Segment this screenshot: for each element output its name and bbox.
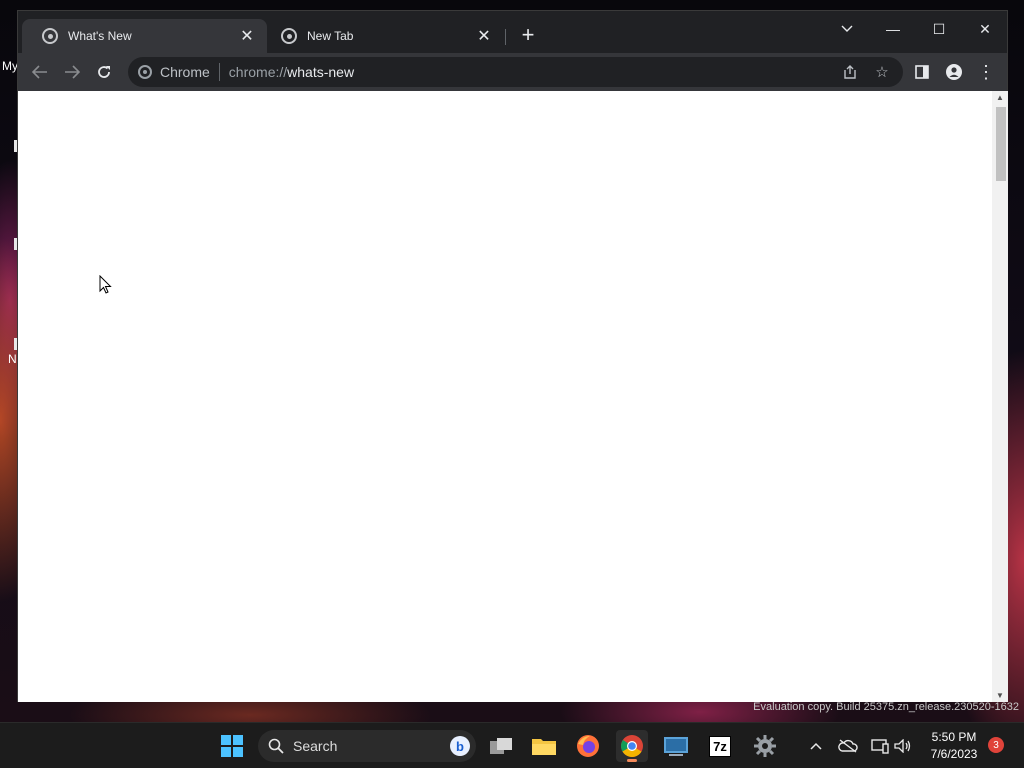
- tab-title: What's New: [68, 29, 132, 43]
- side-panel-button[interactable]: [910, 60, 934, 84]
- tab-strip: What's New ✕ New Tab ✕ + — ☐ ✕: [18, 11, 1007, 53]
- scroll-down-icon[interactable]: ▼: [995, 691, 1005, 700]
- active-indicator: [627, 759, 637, 762]
- task-view-icon: [490, 738, 512, 754]
- share-icon: [844, 65, 856, 79]
- search-icon: [268, 738, 284, 754]
- scroll-up-icon[interactable]: ▲: [995, 93, 1005, 102]
- 7zip-button[interactable]: 7z: [704, 730, 736, 762]
- remote-desktop-icon: [664, 737, 688, 756]
- mouse-cursor-icon: [99, 275, 112, 294]
- scrollbar[interactable]: ▲ ▼: [992, 91, 1008, 702]
- chrome-icon: [621, 735, 643, 757]
- bookmark-button[interactable]: ☆: [870, 60, 894, 84]
- desktop-icon-label-my[interactable]: My: [2, 59, 18, 73]
- evaluation-watermark: Evaluation copy. Build 25375.zn_release.…: [753, 701, 1019, 713]
- menu-button[interactable]: ⋮: [974, 60, 998, 84]
- maximize-button[interactable]: ☐: [919, 15, 959, 43]
- url-scheme: chrome://: [228, 64, 288, 80]
- firefox-icon: [577, 735, 599, 757]
- tab-close-icon[interactable]: ✕: [476, 26, 492, 46]
- profile-button[interactable]: [942, 60, 966, 84]
- chevron-down-icon: [841, 25, 853, 32]
- reload-button[interactable]: [92, 60, 116, 84]
- clock[interactable]: 5:50 PM 7/6/2023: [922, 729, 986, 763]
- task-view-button[interactable]: [485, 730, 517, 762]
- gear-icon: [754, 735, 776, 757]
- tab-title: New Tab: [307, 29, 354, 43]
- minimize-button[interactable]: —: [873, 15, 913, 43]
- desktop-icon-label-n[interactable]: N: [8, 352, 17, 366]
- omnibox-divider: [218, 63, 220, 81]
- close-window-button[interactable]: ✕: [965, 15, 1005, 43]
- taskbar-search[interactable]: Search b: [258, 730, 476, 762]
- kebab-menu-icon: ⋮: [977, 62, 995, 82]
- share-button[interactable]: [838, 60, 862, 84]
- start-button[interactable]: [216, 730, 248, 762]
- back-button[interactable]: [28, 60, 52, 84]
- url-path: whats-new: [287, 64, 355, 80]
- scrollbar-thumb[interactable]: [996, 107, 1006, 181]
- windows-logo-icon: [221, 735, 243, 757]
- forward-arrow-icon: [65, 65, 80, 79]
- chevron-up-icon: [810, 742, 822, 750]
- show-hidden-icons-button[interactable]: [806, 736, 826, 756]
- speaker-icon: [894, 739, 911, 753]
- folder-icon: [532, 739, 556, 755]
- cloud-offline-icon: [838, 739, 858, 753]
- firefox-button[interactable]: [572, 730, 604, 762]
- chrome-logo-icon: [138, 65, 152, 79]
- network-icon: [871, 739, 889, 754]
- remote-desktop-button[interactable]: [660, 730, 692, 762]
- tab-close-icon[interactable]: ✕: [239, 26, 255, 46]
- volume-button[interactable]: [893, 736, 913, 756]
- file-explorer-button[interactable]: [528, 730, 560, 762]
- forward-button[interactable]: [60, 60, 84, 84]
- bing-icon[interactable]: b: [450, 736, 470, 756]
- back-arrow-icon: [32, 65, 47, 79]
- profile-icon: [946, 64, 962, 80]
- page-content[interactable]: [18, 91, 992, 702]
- chrome-favicon-icon: [281, 28, 297, 44]
- onedrive-button[interactable]: [838, 736, 858, 756]
- clock-time: 5:50 PM: [931, 730, 977, 744]
- tab-whats-new[interactable]: What's New ✕: [22, 19, 267, 53]
- browser-toolbar: Chrome chrome:// whats-new ☆ ⋮: [18, 53, 1007, 91]
- side-panel-icon: [915, 65, 929, 79]
- reload-icon: [98, 66, 110, 78]
- clock-date: 7/6/2023: [930, 747, 978, 761]
- settings-button[interactable]: [749, 730, 781, 762]
- tab-separator: [505, 29, 506, 45]
- chrome-taskbar-button[interactable]: [616, 730, 648, 762]
- search-placeholder: Search: [293, 738, 338, 754]
- notification-badge[interactable]: 3: [988, 737, 1004, 753]
- tab-new-tab[interactable]: New Tab ✕: [261, 19, 504, 53]
- taskbar: Search b 7z 5:50 PM 7/6/2023 3: [0, 722, 1024, 768]
- star-icon: ☆: [875, 64, 889, 81]
- chrome-window: What's New ✕ New Tab ✕ + — ☐ ✕ Chrome ch…: [17, 10, 1008, 702]
- 7zip-icon: 7z: [709, 735, 731, 757]
- address-bar[interactable]: Chrome chrome:// whats-new ☆: [128, 57, 903, 87]
- network-button[interactable]: [870, 736, 890, 756]
- new-tab-button[interactable]: +: [516, 24, 540, 48]
- tab-search-button[interactable]: [827, 15, 867, 43]
- omnibox-chip: Chrome: [160, 64, 210, 80]
- chrome-favicon-icon: [42, 28, 58, 44]
